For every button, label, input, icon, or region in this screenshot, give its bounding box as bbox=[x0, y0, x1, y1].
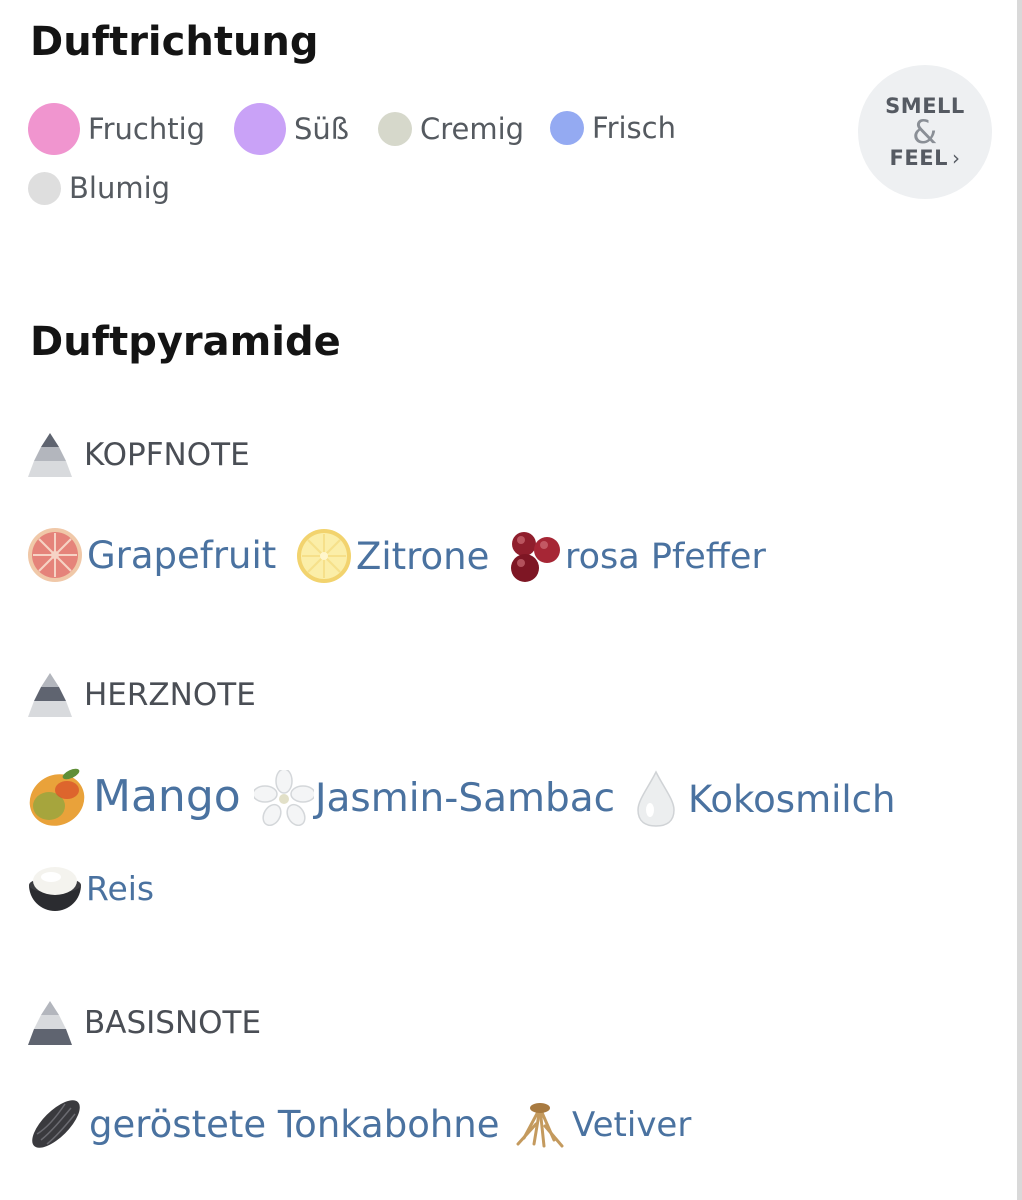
floral-dot bbox=[28, 172, 61, 205]
base-note-header: BASISNOTE bbox=[28, 1001, 261, 1045]
mango-icon bbox=[29, 768, 85, 826]
ingredient-label: Kokosmilch bbox=[688, 777, 896, 821]
ingredient-lemon[interactable]: Zitrone bbox=[296, 528, 489, 584]
ingredient-coconut-milk[interactable]: Kokosmilch bbox=[636, 770, 895, 828]
pyramid-base-icon bbox=[28, 1001, 72, 1045]
milk-drop-icon bbox=[637, 770, 675, 827]
jasmine-flower-icon bbox=[254, 770, 314, 826]
heart-note-label: HERZNOTE bbox=[84, 676, 256, 713]
chip-label: Fruchtig bbox=[88, 111, 206, 146]
top-note-label: KOPFNOTE bbox=[84, 436, 250, 473]
fruity-dot bbox=[28, 103, 80, 155]
lemon-icon bbox=[297, 529, 351, 583]
chip-label: Frisch bbox=[592, 110, 676, 145]
fresh-dot bbox=[550, 111, 584, 145]
chip-floral: Blumig bbox=[28, 172, 170, 205]
smell-feel-button[interactable]: SMELL & FEEL › bbox=[858, 65, 992, 199]
chip-label: Blumig bbox=[69, 171, 171, 205]
creamy-dot bbox=[378, 112, 412, 146]
chip-fruity: Fruchtig bbox=[28, 103, 205, 155]
ingredient-label: Grapefruit bbox=[87, 533, 277, 577]
vetiver-root-icon bbox=[516, 1103, 564, 1148]
chip-sweet: Süß bbox=[234, 103, 349, 155]
ingredient-label: Jasmin-Sambac bbox=[315, 775, 616, 821]
ingredient-label: geröstete Tonkabohne bbox=[89, 1102, 500, 1146]
chip-label: Süß bbox=[294, 111, 350, 146]
ingredient-tonka-bean[interactable]: geröstete Tonkabohne bbox=[27, 1094, 500, 1154]
pyramid-top-icon bbox=[28, 433, 72, 477]
ingredient-pink-pepper[interactable]: rosa Pfeffer bbox=[507, 530, 766, 584]
heart-note-header: HERZNOTE bbox=[28, 673, 256, 717]
ingredient-mango[interactable]: Mango bbox=[27, 766, 241, 828]
pink-pepper-icon bbox=[511, 532, 560, 582]
chip-label: Cremig bbox=[420, 111, 525, 146]
tonka-bean-icon bbox=[32, 1100, 80, 1148]
ingredient-rice[interactable]: Reis bbox=[27, 861, 154, 915]
ingredient-grapefruit[interactable]: Grapefruit bbox=[27, 526, 276, 584]
sweet-dot bbox=[234, 103, 286, 155]
smell-feel-amp: & bbox=[912, 112, 938, 151]
smell-feel-line2-row: FEEL › bbox=[889, 145, 961, 170]
ingredient-label: Vetiver bbox=[572, 1105, 692, 1145]
chip-fresh: Frisch bbox=[550, 111, 676, 145]
ingredient-label: rosa Pfeffer bbox=[565, 536, 766, 577]
chip-creamy: Cremig bbox=[378, 112, 524, 146]
chevron-right-icon: › bbox=[951, 146, 961, 170]
scent-pyramid-title: Duftpyramide bbox=[30, 319, 341, 365]
ingredient-jasmine[interactable]: Jasmin-Sambac bbox=[254, 770, 615, 826]
ingredient-vetiver[interactable]: Vetiver bbox=[512, 1100, 691, 1150]
ingredient-label: Zitrone bbox=[356, 534, 490, 578]
scent-direction-title: Duftrichtung bbox=[30, 19, 319, 65]
pyramid-heart-icon bbox=[28, 673, 72, 717]
ingredient-label: Reis bbox=[86, 868, 155, 908]
smell-feel-line2: FEEL bbox=[889, 145, 948, 170]
grapefruit-icon bbox=[28, 528, 82, 582]
base-note-label: BASISNOTE bbox=[84, 1004, 262, 1041]
ingredient-label: Mango bbox=[93, 771, 241, 822]
top-note-header: KOPFNOTE bbox=[28, 433, 250, 477]
scroll-edge bbox=[1017, 0, 1022, 1200]
rice-bowl-icon bbox=[29, 867, 81, 911]
